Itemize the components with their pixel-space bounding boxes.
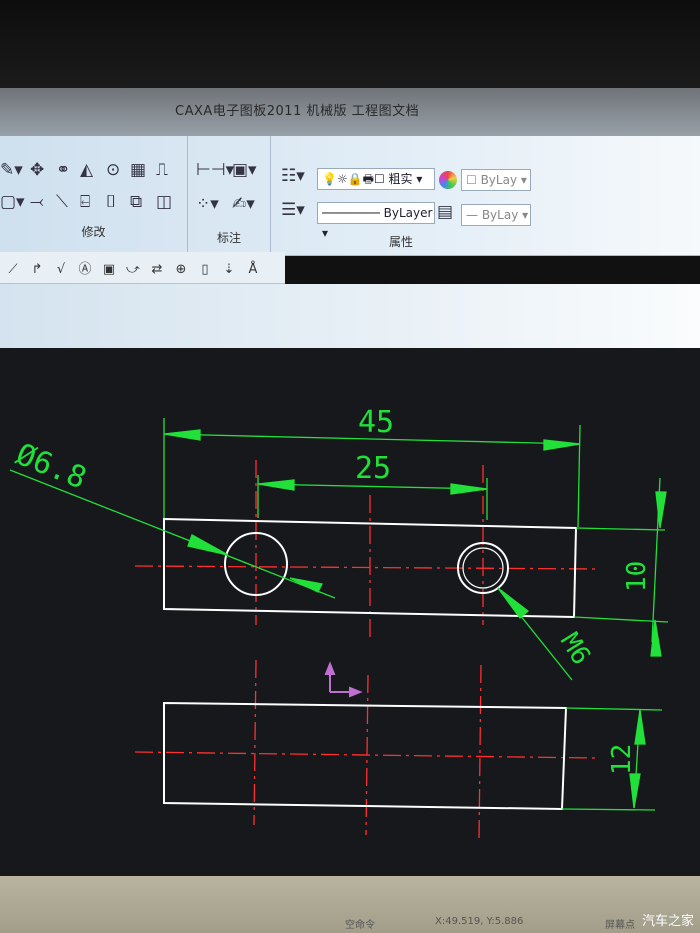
dim-diameter: Ø6.8 (11, 437, 91, 497)
title-bar: CAXA电子图板2011 机械版 工程图文档 (0, 88, 700, 138)
drawing: 45 25 Ø6.8 10 M6 12 (9, 405, 669, 841)
center-mark-icon[interactable]: ⊕ (170, 262, 192, 277)
rotate-icon[interactable]: ⊙ (106, 160, 120, 180)
explode-icon[interactable]: ◫ (156, 192, 172, 212)
drawing-canvas[interactable]: 45 25 Ø6.8 10 M6 12 (0, 348, 700, 878)
dimension-toolbar: ⟋↱√Ⓐ▣⤻⇄⊕▯⇣ÅA̲ (0, 252, 285, 298)
rect-icon[interactable]: ▢▾ (0, 192, 25, 212)
lineweight-icon[interactable]: ☰▾ (281, 200, 305, 220)
trim-icon[interactable]: ⤙ (30, 192, 44, 212)
color-wheel-icon[interactable] (439, 171, 457, 189)
datum-icon[interactable]: Ⓐ (74, 258, 96, 277)
text-icon[interactable]: Å (242, 262, 264, 277)
tolerance-frame-icon[interactable]: ▣ (98, 262, 120, 277)
dimensions (9, 418, 669, 811)
coordinates: X:49.519, Y:5.886 (435, 916, 524, 927)
tolerance-icon[interactable]: ▣▾ (232, 160, 257, 180)
dimension-texts: 45 25 Ø6.8 10 M6 12 (11, 405, 652, 775)
snap-mode[interactable]: 屏幕点 (605, 916, 635, 931)
stretch-icon[interactable]: ⎍ (156, 160, 168, 180)
dim-25: 25 (355, 451, 391, 486)
dim-m6: M6 (554, 628, 596, 670)
watermark: 汽车之家 (641, 914, 694, 929)
group-label: 标注 (216, 231, 241, 245)
linetype-select[interactable]: ──────── ByLayer ▾ (317, 202, 435, 240)
dim-10: 10 (622, 561, 652, 592)
group-label: 属性 (388, 235, 413, 249)
color-select[interactable]: ☐ ByLay ▾ (461, 169, 531, 191)
break-icon[interactable]: ⌷ (106, 192, 116, 212)
text-edit-icon[interactable]: ✍▾ (232, 194, 255, 214)
status-bar: 空命令 X:49.519, Y:5.886 屏幕点 汽车之家 (0, 876, 700, 933)
linetype-scale-icon[interactable]: ▤ (437, 202, 453, 222)
array-icon[interactable]: ▦ (130, 160, 146, 180)
balloon-icon[interactable]: ⇄ (146, 262, 168, 277)
layer-manager-icon[interactable]: ☷▾ (281, 166, 305, 186)
window-title: CAXA电子图板2011 机械版 工程图文档 (175, 104, 420, 119)
extend-icon[interactable]: ⟍ (56, 192, 68, 212)
linear-dim-icon[interactable]: ⊢⊣▾ (196, 160, 234, 180)
lineweight-select[interactable]: — ByLay ▾ (461, 204, 531, 226)
linetype-value: ByLayer (383, 206, 433, 220)
erase-icon[interactable]: ✎▾ (0, 160, 23, 180)
properties-group: ☷▾ 💡☼🔒🖶☐ 粗实 ▾ ☐ ByLay ▾ ☰▾ ──────── ByLa… (271, 136, 700, 254)
ucs-icon (324, 661, 363, 698)
move-icon[interactable]: ✥ (30, 160, 44, 180)
offset-icon[interactable]: ⧉ (130, 192, 142, 212)
dimension-group: ⊢⊣▾ ▣▾ ⁘▾ ✍▾ 标注 (188, 136, 271, 254)
scale-icon[interactable]: ⍇ (80, 192, 90, 212)
copy-icon[interactable]: ⚭ (56, 160, 70, 180)
color-value: ByLay (480, 173, 518, 187)
command-status: 空命令 (345, 920, 375, 931)
arrow-text-icon[interactable]: ⇣ (218, 262, 240, 277)
group-label: 修改 (81, 225, 106, 239)
weld-icon[interactable]: ⤻ (122, 262, 144, 277)
angle-dim-icon[interactable]: ⟋ (2, 262, 24, 277)
leader-icon[interactable]: ↱ (26, 262, 48, 277)
modify-group: ✎▾ ✥ ⚭ ◭ ⊙ ▦ ⎍ ▢▾ ⤙ ⟍ ⍇ ⌷ ⧉ ◫ 修改 (0, 136, 188, 254)
roughness-icon[interactable]: √ (50, 262, 72, 277)
hole-note-icon[interactable]: ▯ (194, 262, 216, 277)
ribbon: ✎▾ ✥ ⚭ ◭ ⊙ ▦ ⎍ ▢▾ ⤙ ⟍ ⍇ ⌷ ⧉ ◫ 修改 ⊢⊣▾ ▣▾ … (0, 136, 700, 256)
layer-select[interactable]: 💡☼🔒🖶☐ 粗实 ▾ (317, 168, 435, 190)
mirror-icon[interactable]: ◭ (80, 160, 93, 180)
dim-12: 12 (607, 744, 637, 775)
layer-value: 粗实 (388, 172, 413, 186)
lineweight-value: ByLay (481, 208, 519, 222)
monitor-bezel (0, 0, 700, 92)
centerlines (134, 460, 601, 841)
dim-45: 45 (358, 405, 394, 440)
coord-dim-icon[interactable]: ⁘▾ (196, 194, 219, 214)
ribbon-blank-area (0, 284, 700, 348)
